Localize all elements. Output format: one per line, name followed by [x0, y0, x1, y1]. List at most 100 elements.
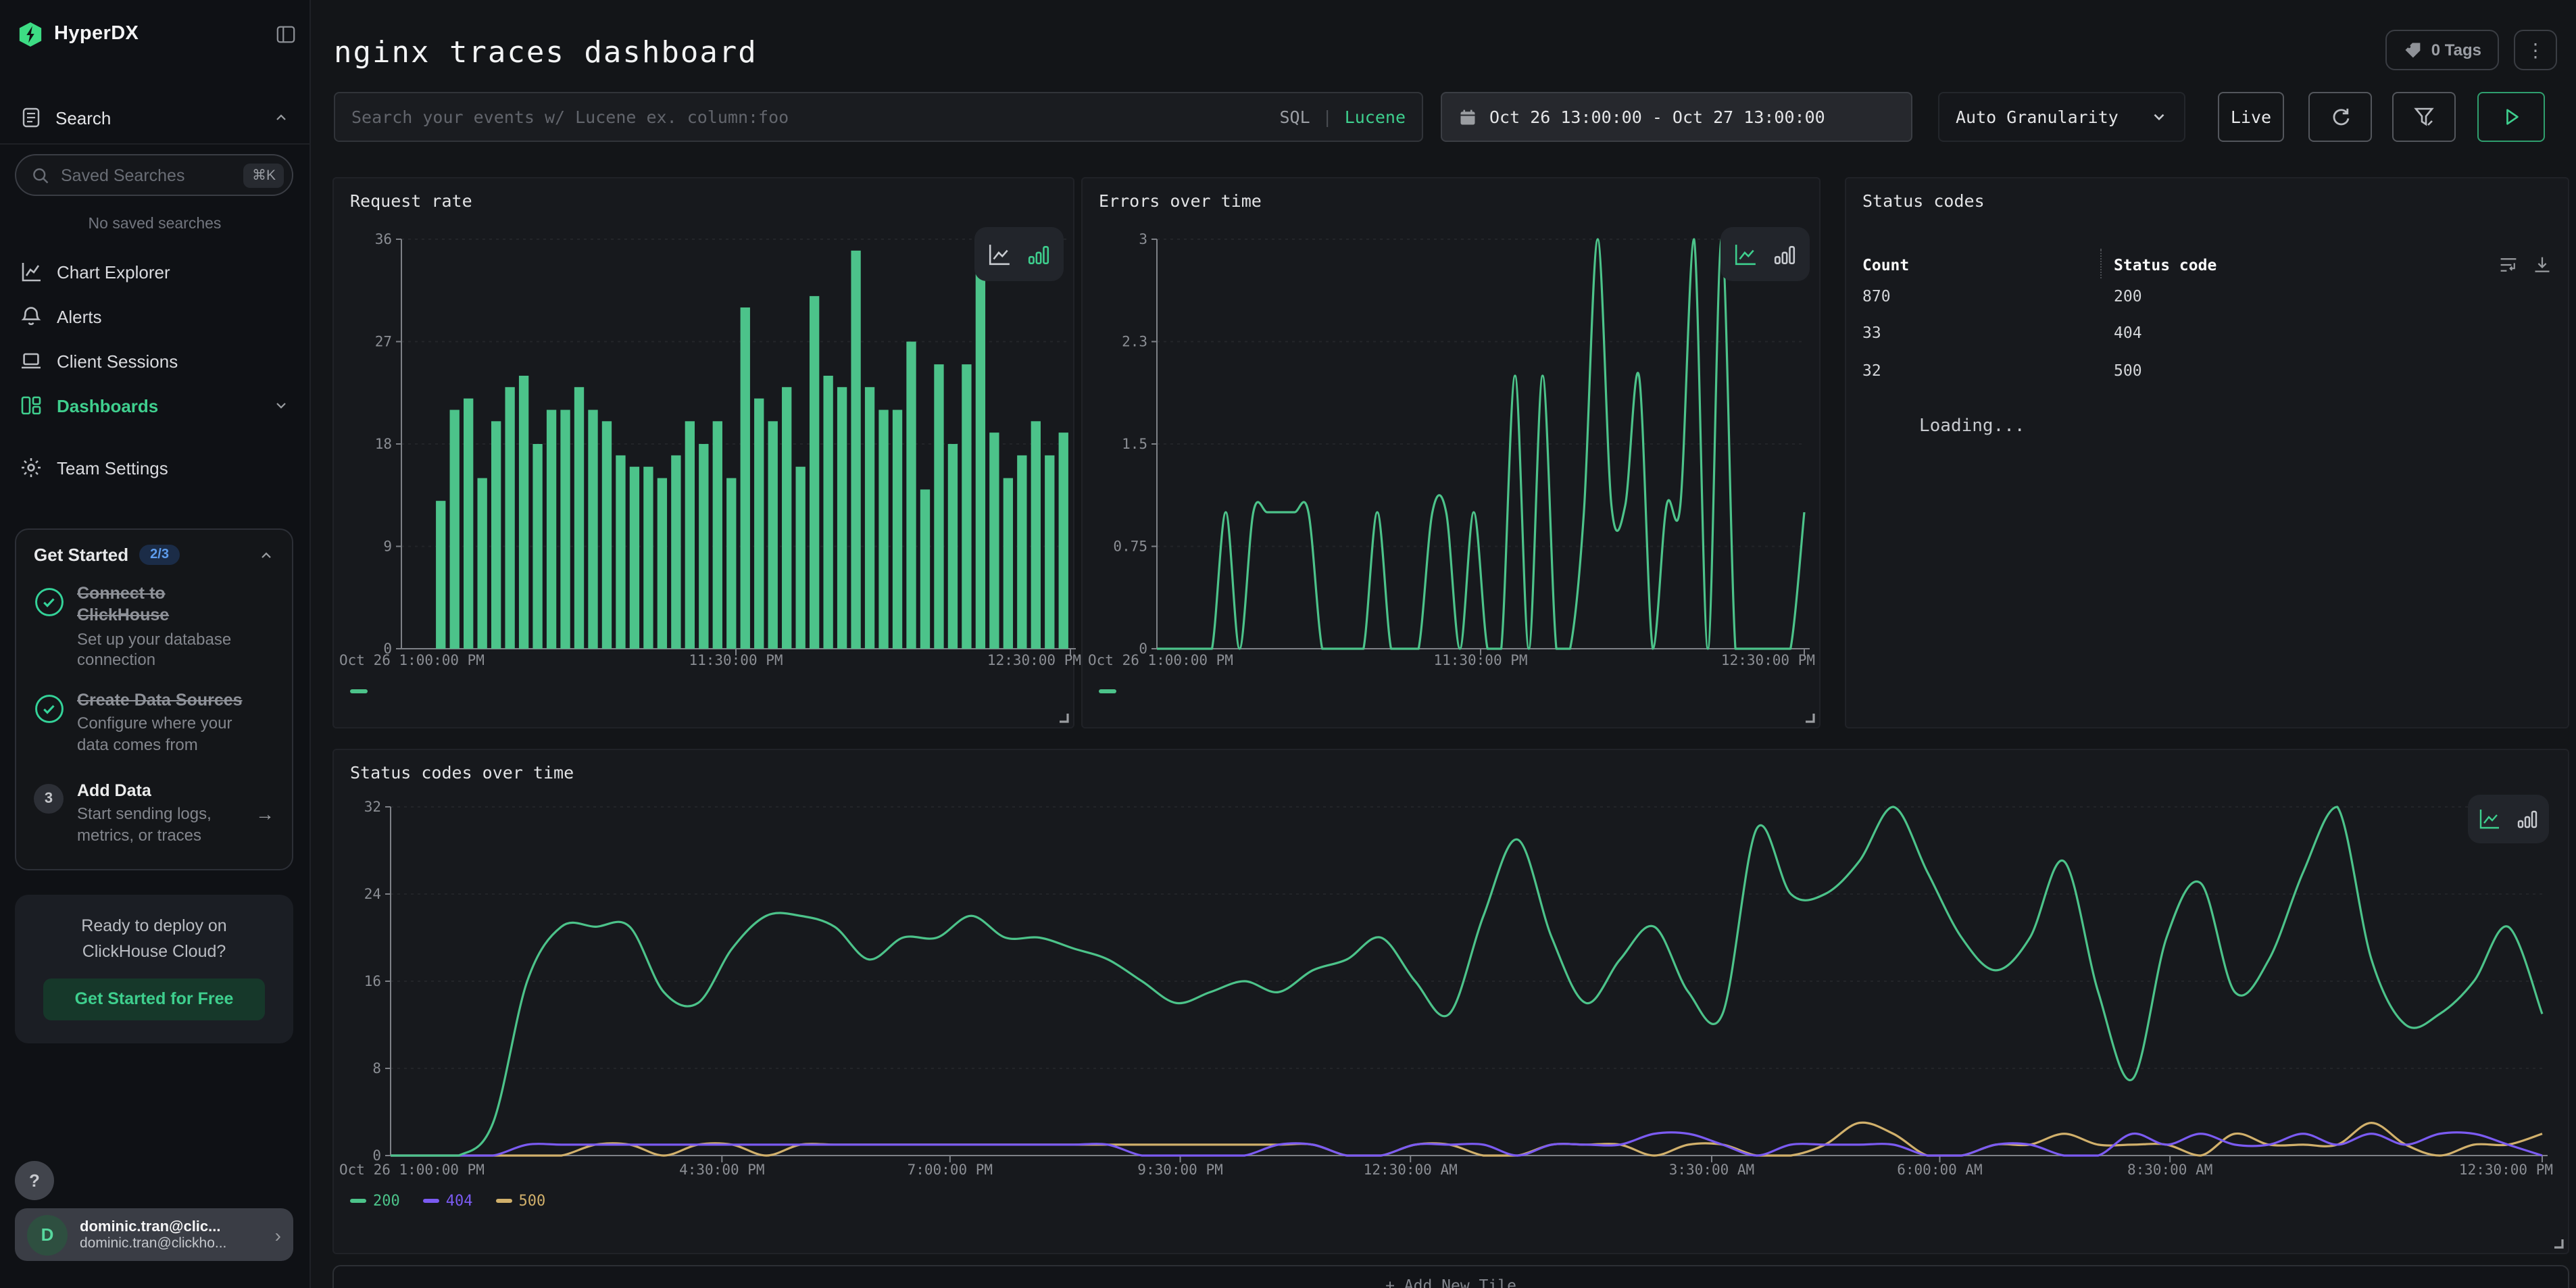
errors-over-time-chart: 00.751.52.33Oct 26 1:00:00 PM11:30:00 PM…: [1083, 178, 1822, 730]
calendar-icon: [1458, 107, 1477, 126]
sidebar: HyperDX Search Saved Searches ⌘K No save…: [0, 0, 311, 1288]
column-resize-handle[interactable]: [2100, 249, 2102, 278]
column-header-count[interactable]: Count: [1862, 255, 1909, 274]
line-chart-icon[interactable]: [2479, 808, 2500, 830]
sidebar-divider: [0, 143, 309, 145]
mode-divider: |: [1322, 107, 1333, 127]
bar-chart-icon[interactable]: [1773, 243, 1796, 266]
svg-text:0.75: 0.75: [1113, 539, 1147, 555]
legend-item[interactable]: [350, 689, 368, 693]
sidebar-item-label: Dashboards: [57, 395, 158, 416]
user-menu[interactable]: D dominic.tran@clic... dominic.tran@clic…: [15, 1208, 293, 1261]
cell-status-code: 500: [2114, 361, 2142, 380]
table-row[interactable]: 870 200: [1862, 281, 2552, 311]
chevron-up-icon[interactable]: [258, 547, 274, 563]
table-row[interactable]: 32 500: [1862, 355, 2552, 385]
step-desc: Configure where your data comes from: [77, 714, 245, 757]
date-range-picker[interactable]: Oct 26 13:00:00 - Oct 27 13:00:00: [1441, 92, 1912, 142]
add-new-tile-button[interactable]: + Add New Tile: [332, 1265, 2569, 1288]
sidebar-item-label: Client Sessions: [57, 351, 178, 371]
chevron-down-icon: [2150, 108, 2168, 126]
cell-count: 32: [1862, 361, 1881, 380]
panel-request-rate: 09182736Oct 26 1:00:00 PM11:30:00 PM12:3…: [332, 177, 1074, 728]
legend-item[interactable]: [1099, 689, 1116, 693]
brand-row: HyperDX: [18, 18, 296, 50]
help-button[interactable]: ?: [15, 1161, 54, 1200]
refresh-button[interactable]: [2308, 92, 2372, 142]
chart-type-toggle: [2468, 795, 2549, 843]
line-chart-icon[interactable]: [988, 243, 1011, 266]
search-section-label: Search: [55, 107, 111, 128]
svg-text:3: 3: [1139, 231, 1147, 247]
granularity-select[interactable]: Auto Granularity: [1938, 92, 2185, 142]
bar-chart-icon[interactable]: [2517, 808, 2538, 830]
cloud-card-text-line1: Ready to deploy on: [28, 914, 280, 939]
chevron-right-icon: ›: [275, 1224, 281, 1245]
loading-indicator: Loading...: [1919, 416, 2025, 437]
chart-legend: 200 404 500: [350, 1192, 545, 1210]
panel-errors-over-time: 00.751.52.33Oct 26 1:00:00 PM11:30:00 PM…: [1081, 177, 1820, 728]
search-placeholder: Search your events w/ Lucene ex. column:…: [351, 107, 789, 127]
live-button[interactable]: Live: [2218, 92, 2284, 142]
sidebar-item-search[interactable]: Search: [0, 100, 309, 135]
dashboard-menu-button[interactable]: ⋮: [2514, 30, 2557, 70]
sidebar-item-alerts[interactable]: Alerts: [0, 297, 309, 335]
panel-status-codes-over-time: 08162432Oct 26 1:00:00 PM4:30:00 PM7:00:…: [332, 749, 2569, 1254]
legend-item-500[interactable]: 500: [496, 1192, 546, 1210]
sidebar-item-client-sessions[interactable]: Client Sessions: [0, 342, 309, 380]
filter-button[interactable]: [2392, 92, 2456, 142]
status-codes-over-time-chart: 08162432Oct 26 1:00:00 PM4:30:00 PM7:00:…: [334, 750, 2571, 1256]
svg-text:4:30:00 PM: 4:30:00 PM: [679, 1162, 764, 1178]
cell-count: 870: [1862, 287, 1891, 305]
step-title: Add Data: [77, 780, 245, 802]
run-query-button[interactable]: [2477, 92, 2545, 142]
sidebar-collapse-button[interactable]: [276, 24, 296, 44]
sidebar-item-chart-explorer[interactable]: Chart Explorer: [0, 253, 309, 291]
hyperdx-logo-icon: [18, 21, 43, 47]
get-started-step-sources[interactable]: Create Data Sources Configure where your…: [34, 689, 274, 757]
filter-icon: [2413, 106, 2435, 128]
sidebar-item-team-settings[interactable]: Team Settings: [0, 449, 309, 487]
svg-text:3:30:00 AM: 3:30:00 AM: [1669, 1162, 1754, 1178]
search-section-icon: [20, 107, 42, 128]
tags-button[interactable]: 0 Tags: [2385, 30, 2499, 70]
avatar: D: [27, 1214, 68, 1255]
sidebar-item-label: Chart Explorer: [57, 262, 170, 282]
panel-title: Status codes: [1862, 191, 1985, 211]
resize-handle[interactable]: [1058, 712, 1069, 723]
date-range-value: Oct 26 13:00:00 - Oct 27 13:00:00: [1489, 107, 1825, 127]
table-row[interactable]: 33 404: [1862, 318, 2552, 347]
chevron-down-icon: [273, 397, 289, 414]
resize-handle[interactable]: [2553, 1238, 2564, 1249]
column-header-status-code[interactable]: Status code: [2114, 255, 2216, 274]
get-started-step-connect[interactable]: Connect to ClickHouse Set up your databa…: [34, 583, 274, 672]
event-search-input[interactable]: Search your events w/ Lucene ex. column:…: [334, 92, 1423, 142]
sql-mode-button[interactable]: SQL: [1279, 107, 1310, 127]
line-chart-icon[interactable]: [1734, 243, 1757, 266]
wrap-lines-icon[interactable]: [2499, 255, 2518, 274]
svg-text:16: 16: [364, 973, 381, 989]
svg-text:9:30:00 PM: 9:30:00 PM: [1137, 1162, 1222, 1178]
sidebar-item-dashboards[interactable]: Dashboards: [0, 387, 309, 424]
bar-chart-icon[interactable]: [1027, 243, 1050, 266]
legend-item-200[interactable]: 200: [350, 1192, 400, 1210]
lucene-mode-button[interactable]: Lucene: [1345, 107, 1406, 127]
chart-explorer-icon: [20, 261, 42, 282]
svg-text:36: 36: [375, 231, 392, 247]
svg-text:11:30:00 PM: 11:30:00 PM: [1433, 652, 1527, 668]
svg-text:27: 27: [375, 334, 392, 350]
svg-text:2.3: 2.3: [1122, 334, 1147, 350]
svg-text:1.5: 1.5: [1122, 436, 1147, 452]
download-icon[interactable]: [2533, 255, 2552, 274]
saved-searches-input[interactable]: Saved Searches ⌘K: [15, 154, 293, 196]
tags-label: 0 Tags: [2431, 41, 2481, 59]
laptop-icon: [20, 350, 42, 372]
resize-handle[interactable]: [1804, 712, 1815, 723]
dashboards-grid-icon: [20, 395, 42, 416]
get-started-free-button[interactable]: Get Started for Free: [43, 978, 265, 1020]
app-window: HyperDX Search Saved Searches ⌘K No save…: [0, 0, 2576, 1288]
no-saved-searches-text: No saved searches: [0, 216, 309, 232]
legend-item-404[interactable]: 404: [423, 1192, 473, 1210]
get-started-step-add-data[interactable]: 3 Add Data Start sending logs, metrics, …: [34, 780, 274, 847]
search-icon: [31, 166, 50, 184]
